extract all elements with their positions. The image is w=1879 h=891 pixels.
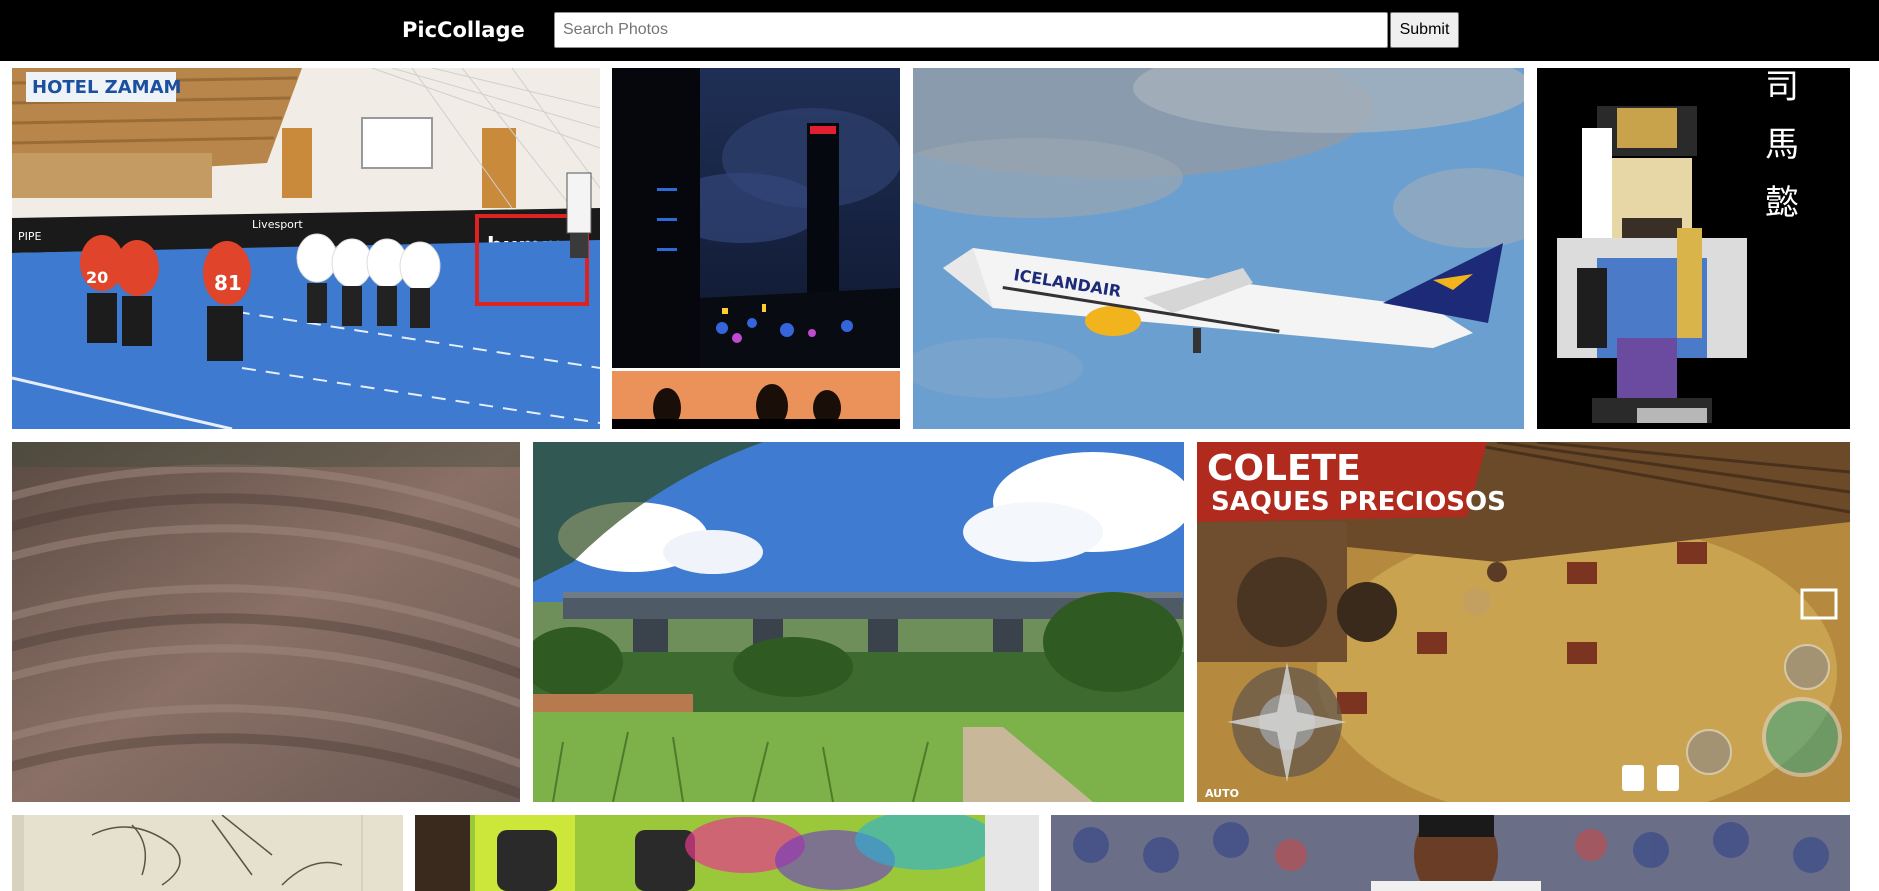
- game-caption-line1: COLETE: [1207, 448, 1361, 489]
- photo-game-screenshot[interactable]: COLETE SAQUES PRECIOSOS AUTO: [1197, 442, 1850, 802]
- game-caption-line2: SAQUES PRECIOSOS: [1211, 487, 1506, 517]
- glyph-ma: 馬: [1765, 125, 1799, 165]
- brand-logo[interactable]: PicCollage: [402, 18, 525, 42]
- sketch-image: [12, 815, 403, 891]
- glyph-si: 司: [1765, 68, 1799, 107]
- photo-motion-blur[interactable]: [12, 442, 520, 802]
- van-image: [415, 815, 1039, 891]
- blur-image: [12, 442, 520, 802]
- hotel-banner-text: HOTEL ZAMAM: [32, 77, 181, 98]
- game-image: COLETE SAQUES PRECIOSOS AUTO: [1197, 442, 1850, 802]
- photo-graffiti-van[interactable]: [415, 815, 1039, 891]
- photo-railway-viaduct[interactable]: [533, 442, 1184, 802]
- jersey-number-20: 20: [86, 268, 108, 287]
- lego-bust-image: 司 馬 懿: [1537, 68, 1850, 429]
- skyline-image: [612, 68, 900, 429]
- photo-lego-bust[interactable]: 司 馬 懿: [1537, 68, 1850, 429]
- jersey-number-81: 81: [214, 271, 242, 295]
- airplane-image: ICELANDAIR: [913, 68, 1524, 429]
- rink-board-text: PIPE: [18, 230, 42, 243]
- photo-basketball-player[interactable]: [1051, 815, 1850, 891]
- basketball-image: [1051, 815, 1850, 891]
- search-input[interactable]: [554, 12, 1388, 48]
- top-navbar: PicCollage Submit: [0, 0, 1879, 61]
- viaduct-image: [533, 442, 1184, 802]
- auto-label: AUTO: [1205, 787, 1239, 800]
- floorball-image: HOTEL ZAMAM PIPE Livesport hummel: [12, 68, 600, 429]
- photo-floorball-match[interactable]: HOTEL ZAMAM PIPE Livesport hummel: [12, 68, 600, 429]
- photo-icelandair-airplane[interactable]: ICELANDAIR: [913, 68, 1524, 429]
- photo-city-skyline-night[interactable]: [612, 68, 900, 429]
- submit-button[interactable]: Submit: [1390, 12, 1459, 48]
- sponsor-text: Livesport: [252, 218, 303, 231]
- glyph-yi: 懿: [1765, 183, 1799, 223]
- photo-bird-sketch[interactable]: [12, 815, 403, 891]
